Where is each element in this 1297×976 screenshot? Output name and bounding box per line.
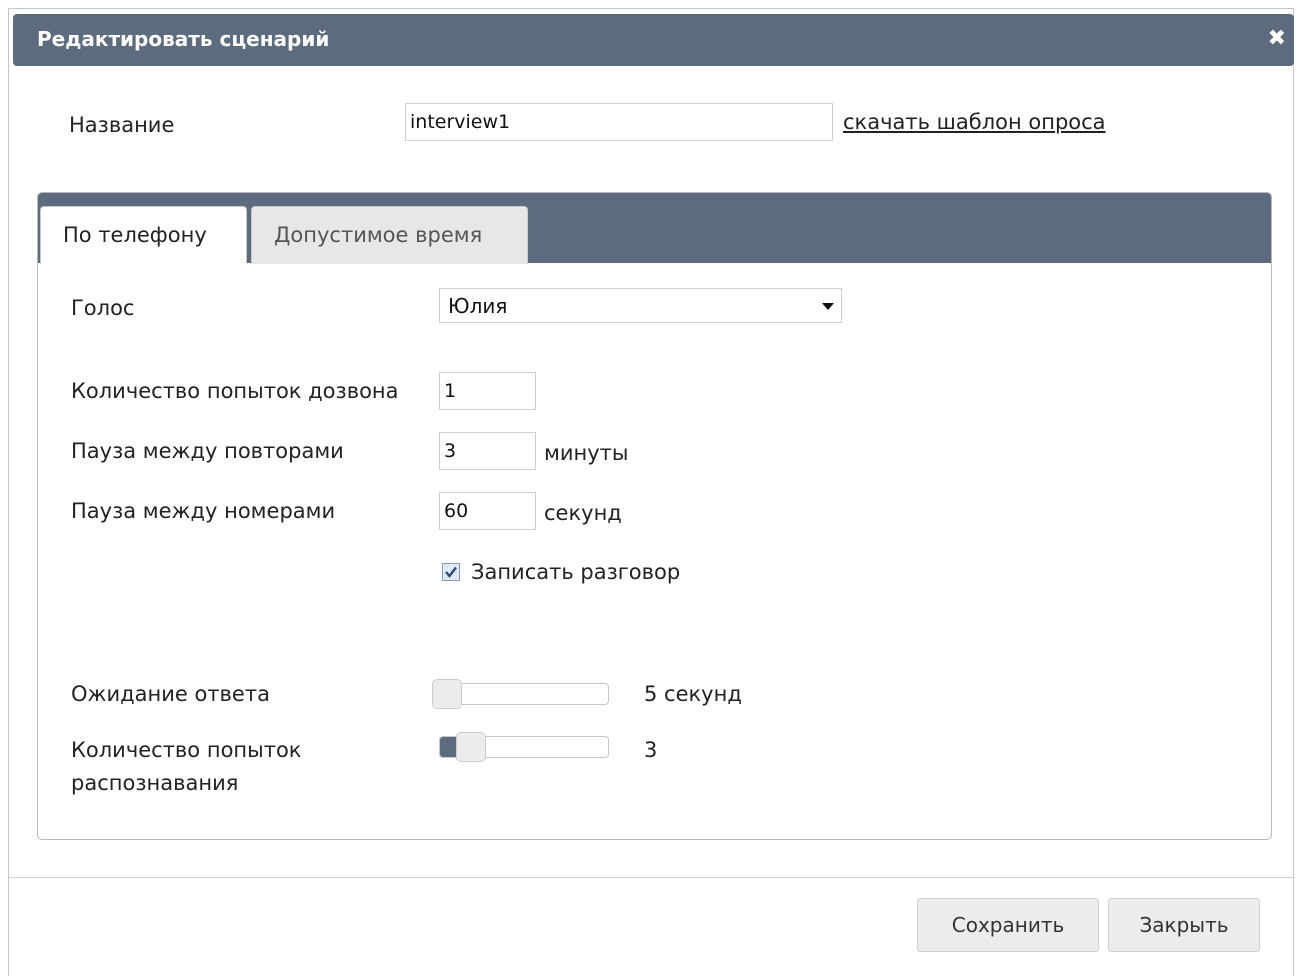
answer-wait-label: Ожидание ответа [71, 682, 270, 706]
answer-wait-slider-thumb[interactable] [432, 679, 462, 709]
voice-select[interactable]: Юлия [439, 288, 842, 323]
tab-by-phone-label: По телефону [63, 223, 207, 247]
answer-wait-value: 5 секунд [644, 682, 742, 706]
dial-attempts-input[interactable] [439, 372, 536, 410]
record-call-checkbox[interactable] [442, 563, 460, 581]
footer-divider [9, 877, 1295, 878]
number-pause-input[interactable] [439, 492, 536, 530]
voice-select-value: Юлия [448, 294, 508, 318]
dialog-title: Редактировать сценарий [37, 27, 330, 51]
record-call-label[interactable]: Записать разговор [471, 560, 680, 584]
retry-pause-input[interactable] [439, 432, 536, 470]
save-button[interactable]: Сохранить [917, 898, 1099, 952]
retry-pause-unit: минуты [544, 441, 629, 465]
tab-header-bar: По телефону Допустимое время [38, 193, 1271, 264]
recognition-attempts-label-line2: распознавания [71, 771, 239, 795]
name-input[interactable] [405, 103, 833, 141]
number-pause-label: Пауза между номерами [71, 499, 336, 523]
dial-attempts-label: Количество попыток дозвона [71, 379, 399, 403]
edit-scenario-dialog: Редактировать сценарий ✖ Название скачат… [8, 8, 1295, 976]
recognition-attempts-slider[interactable] [439, 732, 609, 762]
retry-pause-label: Пауза между повторами [71, 439, 344, 463]
tab-by-phone[interactable]: По телефону [40, 206, 247, 264]
chevron-down-icon [822, 303, 834, 310]
voice-label: Голос [71, 296, 135, 320]
download-template-link[interactable]: скачать шаблон опроса [843, 110, 1106, 134]
recognition-attempts-slider-thumb[interactable] [455, 732, 486, 762]
tab-allowed-time-label: Допустимое время [274, 223, 483, 247]
settings-tabpanel: По телефону Допустимое время Голос Юлия … [37, 192, 1272, 840]
recognition-attempts-value: 3 [644, 738, 658, 762]
number-pause-unit: секунд [544, 501, 622, 525]
checkmark-icon [445, 566, 457, 578]
dialog-titlebar: Редактировать сценарий ✖ [13, 14, 1294, 66]
answer-wait-slider[interactable] [432, 679, 609, 709]
name-label: Название [69, 113, 175, 137]
recognition-attempts-label-line1: Количество попыток [71, 738, 302, 762]
tab-allowed-time[interactable]: Допустимое время [251, 206, 528, 264]
close-button[interactable]: Закрыть [1108, 898, 1260, 952]
close-icon[interactable]: ✖ [1268, 26, 1286, 51]
